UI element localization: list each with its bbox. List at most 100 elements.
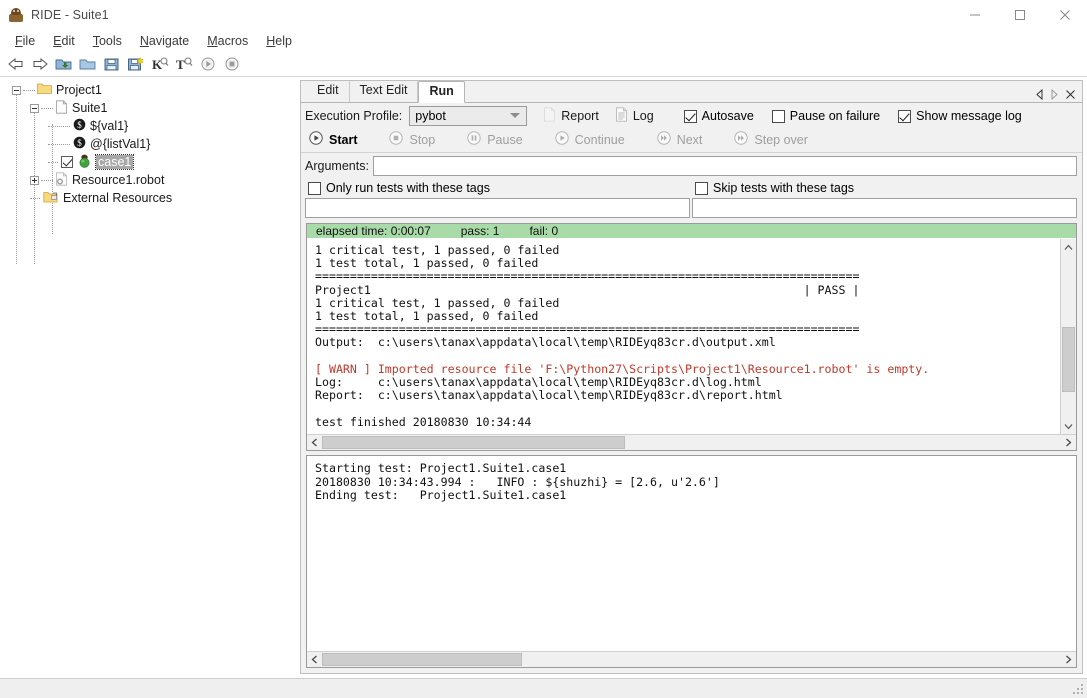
console-body: 1 critical test, 1 passed, 0 failed 1 te… bbox=[307, 239, 1076, 434]
console-text[interactable]: 1 critical test, 1 passed, 0 failed 1 te… bbox=[307, 239, 1060, 434]
console-line-4: 1 test total, 1 passed, 0 failed bbox=[315, 309, 539, 324]
menu-bar: File Edit Tools Navigate Macros Help bbox=[0, 31, 1087, 52]
tree-node-label: Resource1.robot bbox=[72, 173, 165, 187]
search-test-icon[interactable]: T bbox=[172, 53, 196, 75]
menu-edit[interactable]: Edit bbox=[44, 31, 84, 52]
prev-tab-icon[interactable] bbox=[1035, 89, 1044, 100]
tree-node-case1[interactable]: case1 bbox=[0, 153, 300, 171]
close-tab-icon[interactable] bbox=[1065, 89, 1076, 100]
scroll-left-icon[interactable] bbox=[307, 435, 322, 451]
console-hscroll-track[interactable] bbox=[322, 435, 1061, 451]
folder-icon bbox=[37, 82, 52, 98]
tree-node-label: Suite1 bbox=[72, 101, 108, 115]
skip-tags-input[interactable] bbox=[692, 198, 1077, 218]
menu-tools[interactable]: Tools bbox=[84, 31, 131, 52]
skip-tags-label: Skip tests with these tags bbox=[713, 181, 855, 195]
close-icon[interactable] bbox=[1042, 0, 1087, 31]
execution-profile-select[interactable]: pybot bbox=[409, 106, 528, 126]
save-icon[interactable] bbox=[100, 53, 124, 75]
console-vscroll-track[interactable] bbox=[1061, 255, 1077, 418]
testcase-checkbox[interactable] bbox=[61, 156, 73, 168]
autosave-checkbox-box[interactable] bbox=[683, 109, 697, 123]
tree-node-listval1[interactable]: $ @{listVal1} bbox=[0, 135, 300, 153]
tab-run[interactable]: Run bbox=[418, 81, 465, 103]
expander-minus-icon[interactable] bbox=[12, 85, 21, 95]
tab-edit[interactable]: Edit bbox=[307, 81, 350, 102]
tree-node-label: Project1 bbox=[56, 83, 102, 97]
pause-on-failure-label: Pause on failure bbox=[789, 109, 881, 123]
console-horizontal-scrollbar[interactable] bbox=[307, 434, 1076, 450]
tree-node-resource1[interactable]: Resource1.robot bbox=[0, 171, 300, 189]
skip-tags-checkbox[interactable]: Skip tests with these tags bbox=[692, 179, 1077, 198]
only-run-tags-checkbox-box[interactable] bbox=[308, 181, 321, 195]
console-vscroll-thumb[interactable] bbox=[1061, 326, 1075, 392]
chevron-down-icon bbox=[510, 113, 521, 118]
console-line-1: 1 critical test, 1 passed, 0 failed bbox=[315, 243, 560, 257]
main-body: Project1 Suite1 $ ${val1} $ @{listVal1} … bbox=[0, 77, 1087, 678]
start-button[interactable]: Start bbox=[309, 131, 357, 148]
window-title: RIDE - Suite1 bbox=[31, 8, 109, 22]
project-tree[interactable]: Project1 Suite1 $ ${val1} $ @{listVal1} … bbox=[0, 77, 300, 678]
autosave-checkbox[interactable]: Autosave bbox=[683, 109, 754, 123]
menu-edit-rest: dit bbox=[61, 34, 75, 48]
testcase-icon bbox=[77, 154, 92, 171]
scroll-right-icon[interactable] bbox=[1061, 652, 1076, 668]
tree-node-val1[interactable]: $ ${val1} bbox=[0, 117, 300, 135]
next-tab-icon[interactable] bbox=[1050, 89, 1059, 100]
svg-text:$: $ bbox=[77, 138, 82, 148]
resize-grip-icon[interactable] bbox=[1073, 684, 1085, 696]
back-arrow-icon[interactable] bbox=[4, 53, 28, 75]
console-vertical-scrollbar[interactable] bbox=[1060, 239, 1076, 434]
title-bar: RIDE - Suite1 bbox=[0, 0, 1087, 31]
menu-macros[interactable]: Macros bbox=[198, 31, 257, 52]
tree-node-project1[interactable]: Project1 bbox=[0, 81, 300, 99]
menu-file[interactable]: File bbox=[6, 31, 44, 52]
console-rule-2: ========================================… bbox=[315, 322, 860, 337]
next-label: Next bbox=[676, 132, 703, 147]
message-log-horizontal-scrollbar[interactable] bbox=[307, 651, 1076, 667]
message-log-hscroll-thumb[interactable] bbox=[322, 652, 522, 666]
show-message-log-checkbox[interactable]: Show message log bbox=[898, 109, 1022, 123]
continue-button: Continue bbox=[554, 131, 625, 148]
report-button[interactable]: Report bbox=[543, 107, 599, 125]
menu-help-rest: elp bbox=[275, 34, 292, 48]
arguments-input[interactable] bbox=[372, 156, 1077, 176]
run-icon[interactable] bbox=[196, 53, 220, 75]
scroll-down-icon[interactable] bbox=[1061, 418, 1077, 434]
console-hscroll-thumb[interactable] bbox=[322, 435, 625, 449]
log-button[interactable]: Log bbox=[615, 107, 654, 125]
play-icon bbox=[554, 131, 569, 148]
message-log-text[interactable]: Starting test: Project1.Suite1.case1 201… bbox=[307, 456, 1076, 651]
menu-navigate-rest: avigate bbox=[148, 34, 190, 48]
scroll-right-icon[interactable] bbox=[1061, 435, 1076, 451]
tree-node-suite1[interactable]: Suite1 bbox=[0, 99, 300, 117]
tab-text-edit[interactable]: Text Edit bbox=[350, 81, 419, 102]
scroll-up-icon[interactable] bbox=[1061, 239, 1077, 255]
message-log-hscroll-track[interactable] bbox=[322, 652, 1061, 668]
expander-plus-icon[interactable] bbox=[30, 175, 39, 185]
search-keyword-icon[interactable]: K bbox=[148, 53, 172, 75]
minimize-icon[interactable] bbox=[952, 0, 997, 31]
pause-on-failure-checkbox[interactable]: Pause on failure bbox=[771, 109, 881, 123]
file-icon bbox=[55, 99, 68, 117]
scroll-left-icon[interactable] bbox=[307, 652, 322, 668]
tree-node-external-resources[interactable]: External Resources bbox=[0, 189, 300, 207]
stop-icon[interactable] bbox=[220, 53, 244, 75]
skip-tags-checkbox-box[interactable] bbox=[695, 181, 708, 195]
only-run-tags-input[interactable] bbox=[305, 198, 690, 218]
open-project-icon[interactable] bbox=[52, 53, 76, 75]
forward-arrow-icon[interactable] bbox=[28, 53, 52, 75]
menu-navigate[interactable]: Navigate bbox=[131, 31, 198, 52]
pause-button: Pause bbox=[467, 131, 523, 148]
continue-label: Continue bbox=[574, 132, 625, 147]
expander-minus-icon[interactable] bbox=[30, 103, 39, 113]
run-panel: Edit Text Edit Run Execution Profile: py… bbox=[300, 80, 1083, 674]
show-message-log-checkbox-box[interactable] bbox=[898, 109, 912, 123]
save-all-icon[interactable] bbox=[124, 53, 148, 75]
menu-help[interactable]: Help bbox=[257, 31, 301, 52]
maximize-icon[interactable] bbox=[997, 0, 1042, 31]
open-folder-icon[interactable] bbox=[76, 53, 100, 75]
only-run-tags-checkbox[interactable]: Only run tests with these tags bbox=[305, 179, 690, 198]
pause-on-failure-checkbox-box[interactable] bbox=[771, 109, 785, 123]
message-log-line-1: Starting test: Project1.Suite1.case1 bbox=[315, 461, 567, 475]
